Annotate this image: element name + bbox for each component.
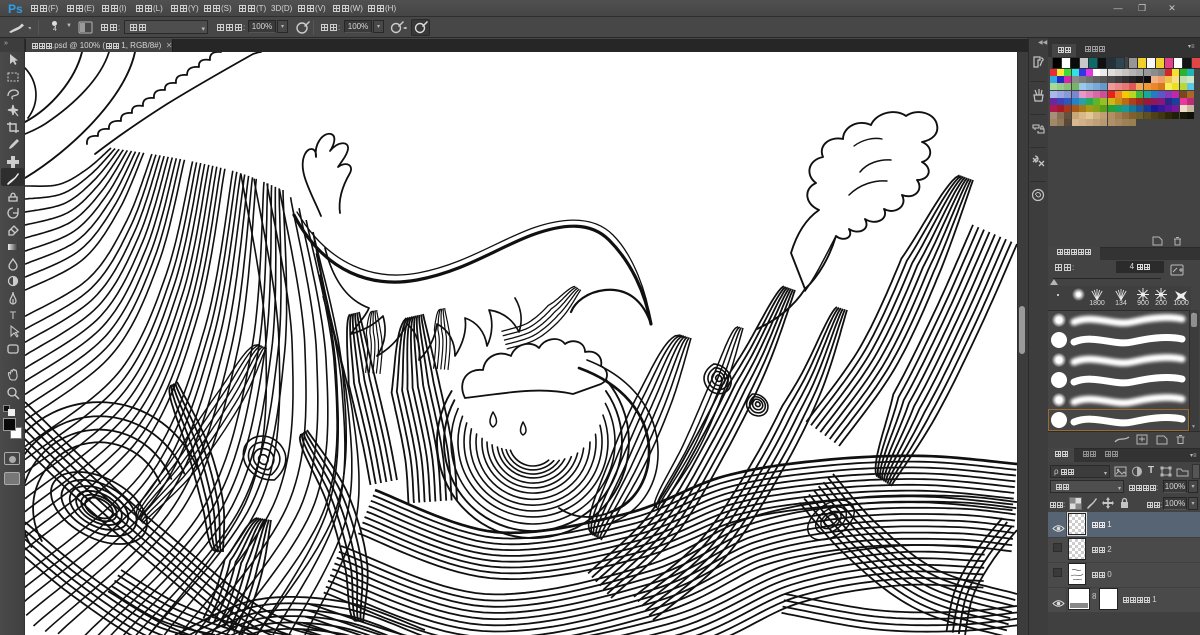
svg-text:T: T [9,310,16,322]
